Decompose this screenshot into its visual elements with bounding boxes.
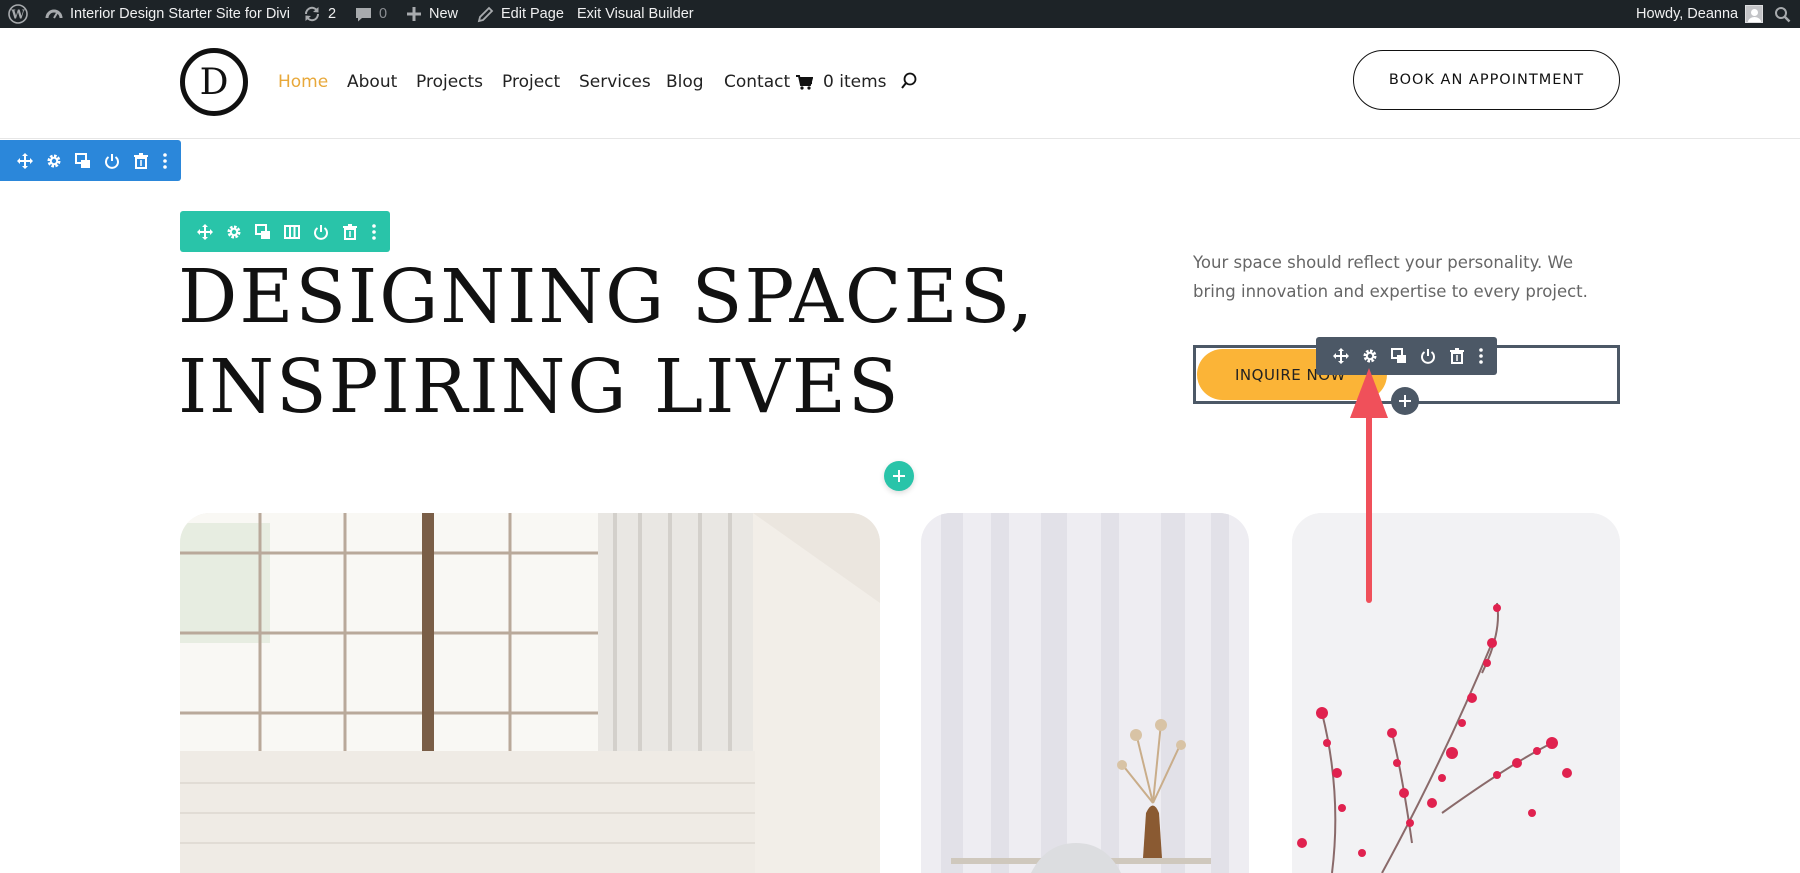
trash-icon[interactable]	[1442, 337, 1471, 375]
nav-project[interactable]: Project	[502, 72, 560, 92]
plus-icon	[1399, 395, 1411, 407]
more-icon[interactable]	[364, 211, 384, 252]
site-name: Interior Design Starter Site for Divi	[70, 6, 290, 22]
duplicate-icon[interactable]	[1384, 337, 1413, 375]
power-icon[interactable]	[97, 140, 126, 181]
interior-window-image	[180, 513, 880, 873]
duplicate-icon[interactable]	[68, 140, 97, 181]
refresh-icon	[304, 6, 320, 22]
site-name-link[interactable]: Interior Design Starter Site for Divi	[45, 0, 290, 28]
columns-icon[interactable]	[277, 211, 306, 252]
comments-count: 0	[379, 6, 388, 22]
exit-builder-label: Exit Visual Builder	[577, 6, 694, 22]
hero-description: Your space should reflect your personali…	[1193, 253, 1588, 301]
move-icon[interactable]	[10, 140, 39, 181]
plus-icon	[407, 7, 421, 21]
nav-services[interactable]: Services	[579, 72, 651, 92]
svg-text:W: W	[10, 8, 25, 22]
more-icon[interactable]	[155, 140, 175, 181]
chair-curtain-image	[921, 513, 1249, 873]
red-berry-branch-image	[1292, 513, 1620, 873]
comment-icon	[356, 7, 371, 21]
power-icon[interactable]	[306, 211, 335, 252]
hero-heading: DESIGNING SPACES, INSPIRING LIVES	[178, 252, 1036, 432]
trash-icon[interactable]	[335, 211, 364, 252]
new-label: New	[429, 6, 459, 22]
nav-projects[interactable]: Projects	[416, 72, 483, 92]
power-icon[interactable]	[1413, 337, 1442, 375]
cart-link[interactable]: 0 items	[796, 72, 886, 92]
row-toolbar	[180, 211, 390, 252]
comments-link[interactable]: 0	[355, 0, 387, 28]
module-toolbar	[1316, 337, 1497, 375]
nav-home[interactable]: Home	[278, 72, 328, 92]
edit-page-label: Edit Page	[501, 6, 564, 22]
hero-heading-line-2: INSPIRING LIVES	[178, 344, 901, 430]
hero-heading-line-1: DESIGNING SPACES,	[178, 254, 1036, 340]
add-row-button[interactable]	[884, 461, 914, 491]
book-appointment-button[interactable]: BOOK AN APPOINTMENT	[1353, 50, 1620, 110]
howdy-label: Howdy, Deanna	[1636, 6, 1739, 22]
search-icon[interactable]	[900, 72, 918, 96]
nav-about[interactable]: About	[347, 72, 397, 92]
updates-link[interactable]: 2	[303, 0, 336, 28]
plus-icon	[893, 470, 905, 482]
more-icon[interactable]	[1471, 337, 1491, 375]
my-account-link[interactable]: Howdy, Deanna	[1636, 0, 1764, 28]
duplicate-icon[interactable]	[248, 211, 277, 252]
gear-icon[interactable]	[219, 211, 248, 252]
site-logo[interactable]: D	[180, 48, 248, 116]
site-header: D Home About Projects Project Services B…	[0, 28, 1800, 139]
trash-icon[interactable]	[126, 140, 155, 181]
move-icon[interactable]	[190, 211, 219, 252]
cart-count: 0 items	[823, 72, 887, 92]
section-toolbar	[0, 140, 181, 181]
nav-contact[interactable]: Contact	[724, 72, 790, 92]
cart-icon	[796, 74, 813, 90]
wordpress-logo-icon[interactable]: W	[8, 0, 28, 28]
avatar	[1745, 5, 1764, 23]
edit-page-link[interactable]: Edit Page	[477, 0, 564, 28]
dashboard-icon	[45, 9, 63, 19]
new-content-link[interactable]: New	[406, 0, 458, 28]
admin-search-icon[interactable]	[1774, 0, 1791, 28]
gear-icon[interactable]	[1355, 337, 1384, 375]
exit-visual-builder-link[interactable]: Exit Visual Builder	[577, 0, 694, 28]
logo-letter: D	[199, 61, 229, 103]
wp-admin-bar: W Interior Design Starter Site for Divi …	[0, 0, 1800, 28]
pencil-icon	[477, 6, 494, 22]
gear-icon[interactable]	[39, 140, 68, 181]
move-icon[interactable]	[1326, 337, 1355, 375]
updates-count: 2	[328, 6, 337, 22]
add-module-button[interactable]	[1391, 387, 1419, 415]
nav-blog[interactable]: Blog	[666, 72, 704, 92]
